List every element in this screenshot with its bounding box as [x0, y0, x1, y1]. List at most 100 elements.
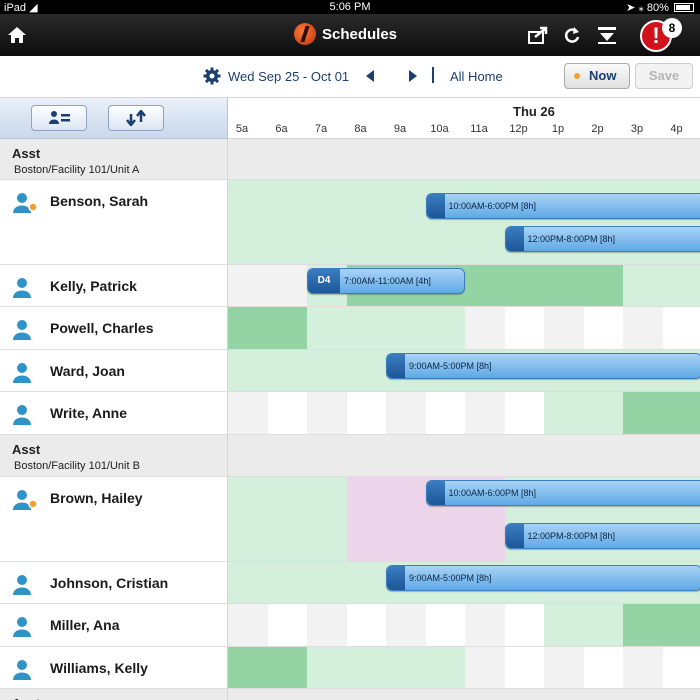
next-week-arrow-icon[interactable] [407, 69, 419, 83]
group-role-label: Asst [12, 442, 41, 457]
staff-name[interactable]: Write, Anne [50, 405, 127, 421]
availability-cell-strong [544, 265, 584, 306]
availability-cell-gray [544, 307, 584, 349]
bluetooth-icon: ⁎ [638, 2, 644, 14]
availability-cell-light [346, 180, 387, 264]
staff-timeline[interactable]: 10:00AM-6:00PM [8h] 12:00PM-8:00PM [8h] [228, 477, 700, 562]
home-icon[interactable] [6, 24, 28, 46]
staff-filter-button[interactable] [31, 105, 87, 131]
availability-cell-light [228, 180, 268, 264]
person-avatar-icon[interactable] [12, 659, 38, 681]
person-avatar-icon[interactable] [12, 489, 38, 511]
shift-block[interactable]: 9:00AM-5:00PM [8h] [386, 565, 700, 591]
shift-code-badge: D4 [308, 269, 340, 293]
refresh-icon[interactable] [561, 24, 583, 46]
hour-label: 11a [470, 123, 488, 135]
now-button[interactable]: Now [564, 63, 630, 89]
staff-timeline[interactable] [228, 604, 700, 647]
staff-name[interactable]: Kelly, Patrick [50, 278, 137, 294]
hour-label: 5a [235, 123, 249, 135]
availability-cell-gray [228, 265, 268, 306]
availability-cell-light [267, 350, 308, 391]
availability-cell-blank [267, 604, 308, 646]
download-icon[interactable] [596, 24, 618, 46]
staff-name[interactable]: Miller, Ana [50, 617, 120, 633]
hour-label: 2p [591, 123, 604, 135]
ios-status-bar: iPad ◢ 5:06 PM ➤ ⁎ 80% [0, 0, 700, 14]
staff-timeline[interactable]: D4 7:00AM-11:00AM [4h] [228, 265, 700, 307]
staff-name-cell: Powell, Charles [0, 307, 228, 350]
availability-cell-light [583, 604, 624, 646]
availability-cell-gray [307, 392, 347, 434]
staff-name[interactable]: Williams, Kelly [50, 660, 148, 676]
staff-timeline[interactable]: 9:00AM-5:00PM [8h] [228, 350, 700, 392]
person-avatar-icon[interactable] [12, 319, 38, 341]
sort-arrows-icon [126, 110, 146, 126]
staff-timeline[interactable] [228, 647, 700, 689]
staff-name[interactable]: Ward, Joan [50, 363, 125, 379]
availability-cell-light [346, 350, 387, 391]
availability-cell-light [346, 562, 387, 603]
group-label-cell: Asst Boston/Facility 101/Unit A [0, 139, 228, 180]
shift-time-label: 9:00AM-5:00PM [8h] [409, 573, 492, 583]
shift-block[interactable]: 10:00AM-6:00PM [8h] [425, 193, 700, 219]
save-button[interactable]: Save [635, 63, 693, 89]
person-avatar-icon[interactable] [12, 616, 38, 638]
shift-cap [426, 194, 445, 218]
staff-name[interactable]: Brown, Hailey [50, 490, 143, 506]
availability-cell-light [307, 647, 347, 688]
sort-button[interactable] [108, 105, 164, 131]
staff-row: Benson, Sarah 10:00AM-6:00PM [8h] 12:00PM-… [0, 180, 700, 265]
staff-name-cell: Johnson, Cristian [0, 562, 228, 604]
timeline-day-label: Thu 26 [513, 104, 555, 119]
availability-cell-light [267, 180, 308, 264]
shift-block[interactable]: 12:00PM-8:00PM [8h] [504, 226, 700, 252]
shift-block[interactable]: 12:00PM-8:00PM [8h] [504, 523, 700, 549]
person-avatar-icon[interactable] [12, 277, 38, 299]
shift-block[interactable]: 10:00AM-6:00PM [8h] [425, 480, 700, 506]
group-label-cell: Asst [0, 689, 228, 700]
date-range-label[interactable]: Wed Sep 25 - Oct 01 [228, 69, 349, 84]
group-timeline [228, 139, 700, 180]
person-list-icon [49, 111, 70, 124]
hour-label: 6a [275, 123, 288, 135]
availability-cell-light [386, 647, 426, 688]
staff-row: Brown, Hailey 10:00AM-6:00PM [8h] 12:00PM-… [0, 477, 700, 562]
app-logo-icon [294, 23, 316, 45]
availability-cell-strong [504, 265, 545, 306]
availability-cell-blank [267, 392, 308, 434]
availability-cell-strong [623, 604, 663, 646]
unit-group-row: Asst Boston/Facility 101/Unit B [0, 435, 700, 477]
staff-name[interactable]: Powell, Charles [50, 320, 153, 336]
shift-block[interactable]: 9:00AM-5:00PM [8h] [386, 353, 700, 379]
availability-cell-light [307, 562, 347, 603]
prev-week-arrow-icon[interactable] [364, 69, 376, 83]
staff-timeline[interactable]: 9:00AM-5:00PM [8h] [228, 562, 700, 604]
availability-cell-gray [228, 604, 268, 646]
person-avatar-icon[interactable] [12, 192, 38, 214]
group-role-label: Asst [12, 696, 40, 700]
shift-block[interactable]: D4 7:00AM-11:00AM [4h] [307, 268, 465, 294]
gear-icon[interactable] [203, 67, 221, 85]
battery-icon [674, 3, 694, 12]
all-home-filter[interactable]: All Home [450, 69, 503, 84]
shift-time-label: 12:00PM-8:00PM [8h] [527, 531, 616, 541]
share-icon[interactable] [527, 24, 549, 46]
hour-label: 1p [551, 123, 565, 135]
person-avatar-icon[interactable] [12, 574, 38, 596]
staff-name[interactable]: Johnson, Cristian [50, 575, 168, 591]
staff-row: Ward, Joan 9:00AM-5:00PM [8h] [0, 350, 700, 392]
availability-cell-blank [425, 604, 466, 646]
availability-cell-gray [465, 307, 505, 349]
app-header: Schedules ! 8 [0, 14, 700, 56]
staff-column-header [0, 98, 228, 139]
availability-cell-blank [504, 307, 545, 349]
staff-timeline[interactable] [228, 392, 700, 435]
availability-cell-strong [662, 604, 700, 646]
person-avatar-icon[interactable] [12, 404, 38, 426]
staff-timeline[interactable] [228, 307, 700, 350]
availability-cell-gray [465, 392, 505, 434]
staff-timeline[interactable]: 10:00AM-6:00PM [8h] 12:00PM-8:00PM [8h] [228, 180, 700, 265]
person-avatar-icon[interactable] [12, 362, 38, 384]
staff-name[interactable]: Benson, Sarah [50, 193, 148, 209]
